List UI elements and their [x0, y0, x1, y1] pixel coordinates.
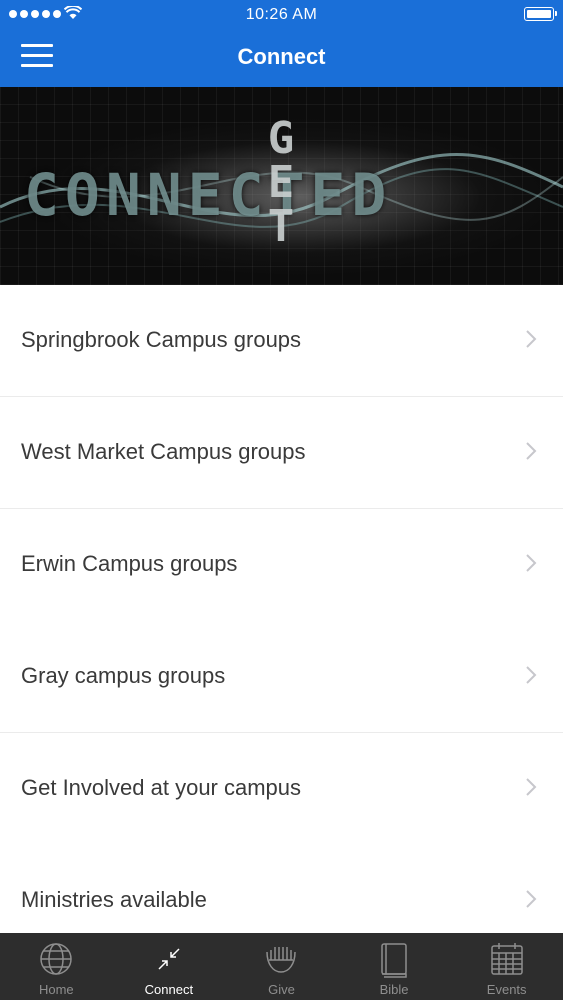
globe-icon [40, 943, 73, 975]
list-item-west-market[interactable]: West Market Campus groups [0, 397, 563, 509]
list-item-label: Get Involved at your campus [21, 775, 302, 800]
banner-get-text: G E T [262, 117, 300, 249]
battery-icon [524, 7, 557, 21]
tab-give[interactable]: Give [225, 933, 338, 1000]
list-item-label: Erwin Campus groups [21, 551, 238, 576]
banner-image: CONNECTED G E T [0, 87, 563, 285]
calendar-icon [490, 943, 523, 975]
list-item-get-involved[interactable]: Get Involved at your campus [0, 733, 563, 845]
book-icon [381, 943, 407, 978]
tab-connect[interactable]: Connect [113, 933, 226, 1000]
chevron-right-icon [526, 442, 537, 460]
chevron-right-icon [526, 554, 537, 572]
arrows-inward-icon [158, 948, 180, 970]
list-item-gray[interactable]: Gray campus groups [0, 621, 563, 733]
connect-list: Springbrook Campus groups West Market Ca… [0, 285, 563, 956]
list-item-erwin[interactable]: Erwin Campus groups [0, 509, 563, 621]
tab-label: Events [486, 982, 527, 997]
list-item-springbrook[interactable]: Springbrook Campus groups [0, 285, 563, 397]
status-bar: 10:26 AM [0, 0, 563, 30]
tab-home[interactable]: Home [0, 933, 113, 1000]
chevron-right-icon [526, 778, 537, 796]
tab-label: Give [268, 982, 295, 997]
chevron-right-icon [526, 890, 537, 908]
banner-letter: G [267, 113, 295, 164]
tab-label: Bible [379, 982, 409, 997]
chevron-right-icon [526, 666, 537, 684]
tab-label: Home [38, 982, 74, 997]
banner-letter: E [267, 157, 295, 208]
list-item-label: Springbrook Campus groups [21, 327, 302, 352]
banner-letter: T [267, 201, 295, 252]
list-item-label: West Market Campus groups [21, 439, 306, 464]
status-time: 10:26 AM [245, 6, 318, 23]
banner-connected-text: CONNECTED [24, 161, 393, 229]
list-item-label: Gray campus groups [21, 663, 226, 688]
hands-icon [266, 947, 297, 973]
tab-bible[interactable]: Bible [338, 933, 451, 1000]
tab-events[interactable]: Events [450, 933, 563, 1000]
chevron-right-icon [526, 330, 537, 348]
list-item-label: Ministries available [21, 887, 207, 912]
tab-bar: Home Connect Give Bible Events [0, 933, 563, 1000]
page-title: Connect [237, 44, 326, 69]
tab-label: Connect [144, 982, 194, 997]
nav-bar: 10:26 AM Connect [0, 0, 563, 87]
